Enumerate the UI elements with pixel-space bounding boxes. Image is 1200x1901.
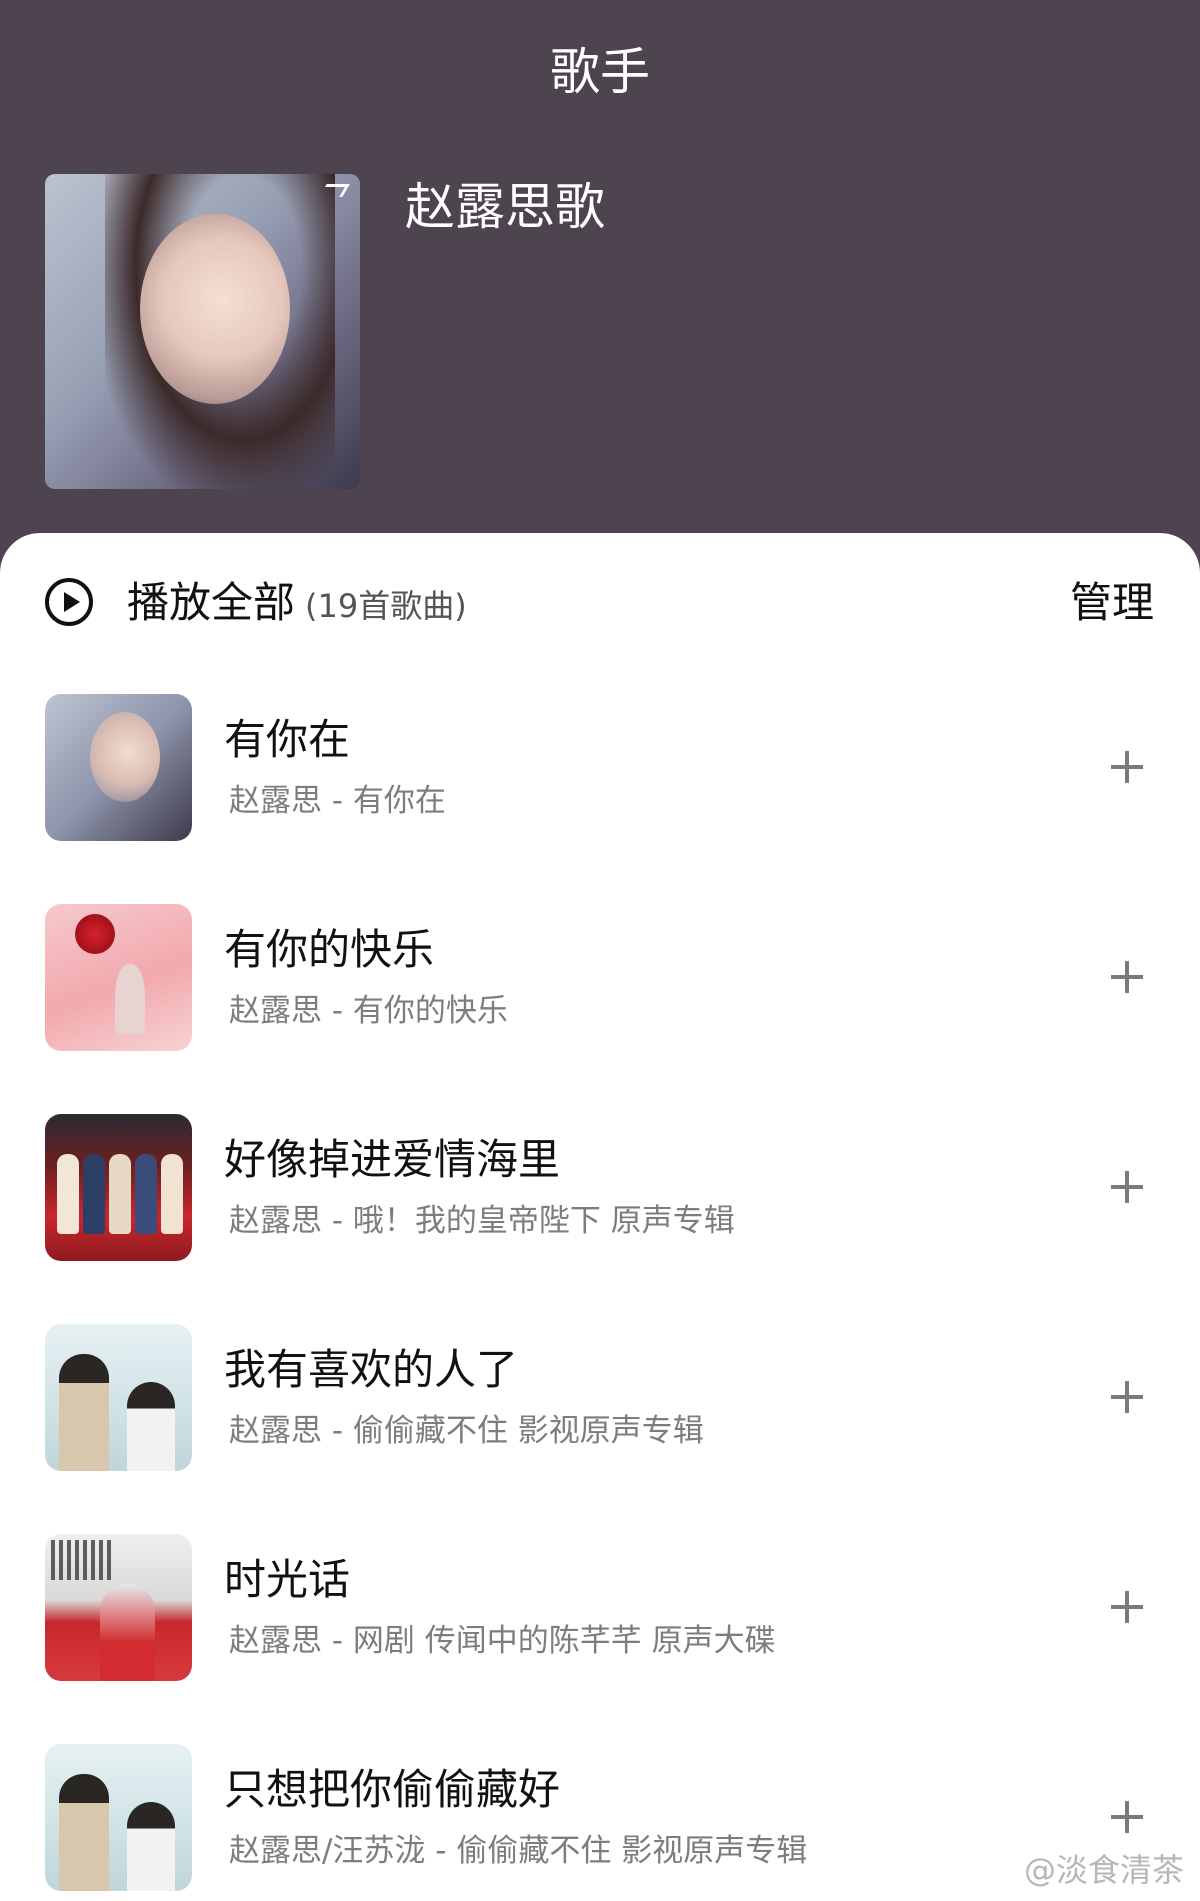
play-all-button[interactable]: 播放全部 [127, 575, 295, 631]
song-row[interactable]: 只想把你偷偷藏好 赵露思/汪苏泷 - 偷偷藏不住 影视原声专辑 [0, 1744, 1200, 1901]
song-list-sheet: 播放全部 (19首歌曲) 管理 有你在 赵露思 - 有你在 有你的快乐 赵露思 … [0, 533, 1200, 1901]
figure-shape [109, 1154, 131, 1234]
song-title: 有你在 [224, 715, 351, 764]
play-circle-icon[interactable] [45, 578, 93, 626]
header: 歌手 赵露思歌 [0, 0, 1200, 560]
playlist-cover[interactable] [45, 174, 360, 489]
figure-shape [59, 1774, 109, 1891]
manage-button[interactable]: 管理 [1070, 575, 1154, 631]
figure-shape [127, 1802, 175, 1891]
figure-shape [100, 1584, 155, 1681]
song-cover [45, 1744, 192, 1891]
song-subtitle: 赵露思 - 有你的快乐 [229, 993, 508, 1029]
watermark: @淡食清茶 [1023, 1851, 1184, 1889]
song-title: 有你的快乐 [224, 925, 435, 974]
song-cover [45, 694, 192, 841]
song-count: (19首歌曲) [305, 587, 467, 625]
song-row[interactable]: 有你的快乐 赵露思 - 有你的快乐 [0, 904, 1200, 1114]
figure-shape [59, 1354, 109, 1471]
add-icon[interactable] [1111, 1591, 1143, 1623]
song-title: 我有喜欢的人了 [224, 1345, 519, 1394]
page-title: 歌手 [550, 43, 650, 101]
cover-title-art [51, 1540, 111, 1580]
song-cover [45, 1114, 192, 1261]
song-row[interactable]: 好像掉进爱情海里 赵露思 - 哦！我的皇帝陛下 原声专辑 [0, 1114, 1200, 1324]
cover-face [140, 214, 290, 404]
play-all-bar: 播放全部 (19首歌曲) 管理 [0, 533, 1200, 663]
figure-shape [127, 1382, 175, 1471]
figure-shape [57, 1154, 79, 1234]
song-subtitle: 赵露思/汪苏泷 - 偷偷藏不住 影视原声专辑 [229, 1833, 808, 1869]
song-subtitle: 赵露思 - 哦！我的皇帝陛下 原声专辑 [229, 1203, 735, 1239]
singer-page: 歌手 赵露思歌 播放全部 (19首歌曲) 管理 有你在 赵露思 - 有你在 有你… [0, 0, 1200, 1901]
add-icon[interactable] [1111, 1381, 1143, 1413]
song-title: 好像掉进爱情海里 [224, 1135, 561, 1184]
figure-shape [83, 1154, 105, 1234]
cover-face [90, 712, 160, 802]
song-cover [45, 904, 192, 1051]
song-subtitle: 赵露思 - 网剧 传闻中的陈芊芊 原声大碟 [229, 1623, 776, 1659]
song-row[interactable]: 时光话 赵露思 - 网剧 传闻中的陈芊芊 原声大碟 [0, 1534, 1200, 1744]
figure-shape [115, 964, 145, 1034]
add-icon[interactable] [1111, 751, 1143, 783]
song-row[interactable]: 有你在 赵露思 - 有你在 [0, 694, 1200, 904]
song-subtitle: 赵露思 - 有你在 [229, 783, 446, 819]
song-title: 只想把你偷偷藏好 [224, 1765, 561, 1814]
song-row[interactable]: 我有喜欢的人了 赵露思 - 偷偷藏不住 影视原声专辑 [0, 1324, 1200, 1534]
song-subtitle: 赵露思 - 偷偷藏不住 影视原声专辑 [229, 1413, 704, 1449]
add-icon[interactable] [1111, 1801, 1143, 1833]
add-icon[interactable] [1111, 1171, 1143, 1203]
song-cover [45, 1324, 192, 1471]
figure-shape [161, 1154, 183, 1234]
song-cover [45, 1534, 192, 1681]
add-icon[interactable] [1111, 961, 1143, 993]
figure-shape [135, 1154, 157, 1234]
rose-shape [75, 914, 115, 954]
song-title: 时光话 [224, 1555, 351, 1604]
playlist-name: 赵露思歌 [405, 178, 605, 236]
